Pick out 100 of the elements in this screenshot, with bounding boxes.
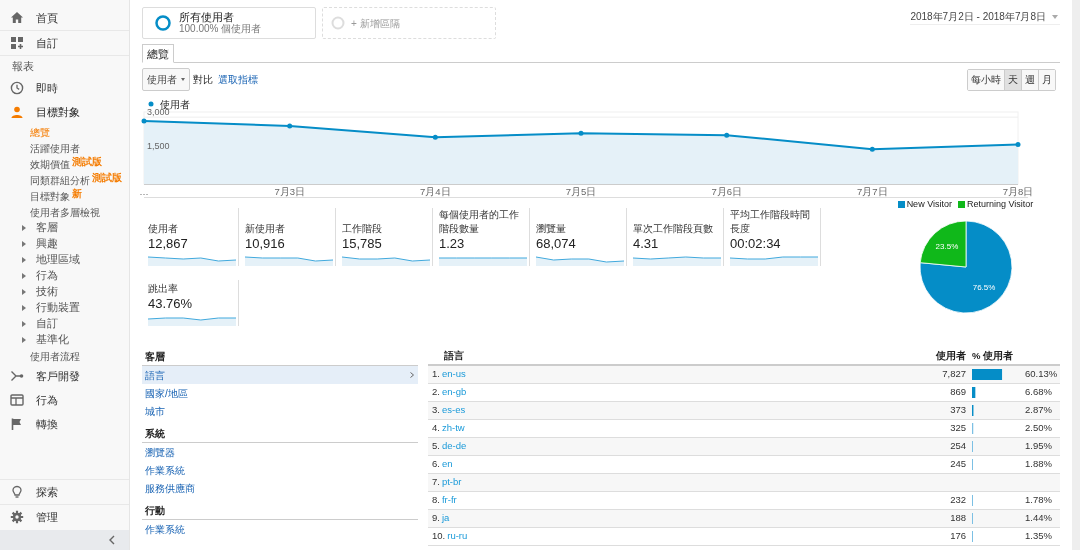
axis-tick-label: 7月3日 xyxy=(274,186,305,197)
axis-tick-label: 7月7日 xyxy=(857,186,888,197)
nav-item[interactable]: 即時 xyxy=(0,76,129,100)
table-cell: 2.87% xyxy=(1025,403,1052,418)
metric-label: 跳出率 xyxy=(148,282,179,296)
metric-label: 新使用者 xyxy=(245,222,286,236)
home-icon xyxy=(10,11,24,25)
flag-icon xyxy=(10,417,24,431)
branch-icon xyxy=(10,369,24,383)
data-point xyxy=(869,146,875,152)
segment-card[interactable]: 所有使用者 100.00% 個使用者 xyxy=(142,7,316,39)
legend-label: 使用者 xyxy=(160,97,190,110)
dimension-item[interactable]: 作業系統 xyxy=(142,520,418,538)
subnav-item[interactable]: 效期價值 xyxy=(30,156,70,172)
legend-label: Returning Visitor xyxy=(967,198,1034,211)
dimension-item[interactable]: 城市 xyxy=(142,402,418,420)
tree-item[interactable]: 行動裝置 xyxy=(0,300,129,316)
tab[interactable]: 總覽 xyxy=(142,44,174,63)
caret-down-icon xyxy=(181,78,185,81)
granularity-button[interactable]: 週 xyxy=(1021,69,1038,90)
subnav-item[interactable]: 使用者流程 xyxy=(30,348,80,364)
nav-item[interactable]: 轉換 xyxy=(0,412,129,436)
tree-item[interactable]: 技術 xyxy=(0,284,129,300)
dashboard-icon xyxy=(10,36,24,50)
legend-dot-icon xyxy=(148,101,154,107)
table-cell: 176 xyxy=(950,530,966,542)
subnav-item[interactable]: 同類群組分析 xyxy=(30,172,90,188)
data-point xyxy=(432,134,438,140)
column-header: 使用者 xyxy=(935,348,967,363)
settings-icon xyxy=(10,510,24,524)
clock-icon xyxy=(10,81,24,95)
data-point xyxy=(287,123,293,129)
tree-item[interactable]: 自訂 xyxy=(0,316,129,332)
person-icon xyxy=(10,105,24,119)
metric-label: 平均工作階段時間長度 xyxy=(730,208,811,236)
date-range-picker[interactable]: 2018年7月2日 - 2018年7月8日 xyxy=(910,7,1060,25)
table-cell: 188 xyxy=(950,512,966,524)
metric-value: 15,785 xyxy=(342,236,383,252)
metric-value: 00:02:34 xyxy=(730,236,782,252)
chevron-right-icon xyxy=(410,372,414,378)
granularity-button[interactable]: 每小時 xyxy=(968,69,1004,90)
row-rank: 4. xyxy=(432,421,440,436)
table-cell: 869 xyxy=(950,386,966,398)
metric-dropdown[interactable]: 使用者 xyxy=(142,68,190,91)
row-rank: 9. xyxy=(432,511,440,526)
table-cell: 1.35% xyxy=(1025,529,1052,544)
tree-item[interactable]: 行為 xyxy=(0,268,129,284)
axis-tick-label: 3,000 xyxy=(147,108,170,118)
data-point xyxy=(578,130,584,136)
metric-value: 1.23 xyxy=(439,236,466,252)
axis-tick-label: 1,500 xyxy=(147,140,170,151)
row-rank: 2. xyxy=(432,385,440,400)
column-header: % 使用者 xyxy=(971,348,1015,363)
section-heading: 系統 xyxy=(142,425,418,443)
subnav-item[interactable]: 使用者多層檢視 xyxy=(30,204,100,220)
slice-label: 23.5% xyxy=(935,241,959,251)
pick-metric-link[interactable]: 選取指標 xyxy=(218,72,258,87)
tree-item[interactable]: 興趣 xyxy=(0,236,129,252)
nav-item[interactable]: 行為 xyxy=(0,388,129,412)
metric-value: 43.76% xyxy=(148,296,194,312)
metric-value: 12,867 xyxy=(148,236,189,252)
granularity-button[interactable]: 天 xyxy=(1004,69,1021,90)
subnav-item[interactable]: 目標對象 xyxy=(30,188,70,204)
section-label: 報表 xyxy=(11,59,35,74)
nav-item[interactable]: 客戶開發 xyxy=(0,364,129,388)
table-cell: 254 xyxy=(950,440,966,452)
tree-item[interactable]: 基準化 xyxy=(0,332,129,348)
granularity-button[interactable]: 月 xyxy=(1038,69,1055,90)
row-rank: 1. xyxy=(432,367,440,382)
row-rank: 7. xyxy=(432,475,440,490)
tree-item[interactable]: 客層 xyxy=(0,220,129,236)
nav-item[interactable]: 首頁 xyxy=(0,6,129,30)
dimension-item[interactable]: 國家/地區 xyxy=(142,384,418,402)
section-heading: 行動 xyxy=(142,502,418,520)
segment-share: 100.00% 個使用者 xyxy=(179,23,262,35)
table-cell: 1.95% xyxy=(1025,439,1052,454)
legend-swatch-icon xyxy=(897,201,905,209)
table-cell: 373 xyxy=(950,404,966,416)
nav-item[interactable]: 管理 xyxy=(0,505,129,529)
dimension-item[interactable]: 瀏覽器 xyxy=(142,443,418,461)
nav-item[interactable]: 探索 xyxy=(0,480,129,504)
data-point xyxy=(724,132,730,138)
metric-label: 每個使用者的工作階段數量 xyxy=(439,208,520,236)
dimension-item[interactable]: 語言 xyxy=(142,366,418,384)
nav-item[interactable]: 自訂 xyxy=(0,31,129,55)
dimension-item[interactable]: 服務供應商 xyxy=(142,479,418,497)
axis-tick-label: 7月5日 xyxy=(565,186,597,197)
table-cell: 1.44% xyxy=(1025,511,1052,526)
axis-tick-label: 7月8日 xyxy=(1002,186,1034,197)
nav-item[interactable]: 目標對象 xyxy=(0,100,129,124)
dimension-item[interactable]: 作業系統 xyxy=(142,461,418,479)
table-cell: 325 xyxy=(950,422,966,434)
row-rank: 5. xyxy=(432,439,440,454)
tree-item[interactable]: 地理區域 xyxy=(0,252,129,268)
column-header: 語言 xyxy=(443,348,465,363)
metric-label: 瀏覽量 xyxy=(536,222,567,236)
beta-label: 新 xyxy=(72,186,82,201)
row-rank: 6. xyxy=(432,457,440,472)
table-cell: 1.78% xyxy=(1025,493,1052,508)
subnav-item[interactable]: 活躍使用者 xyxy=(30,140,80,156)
